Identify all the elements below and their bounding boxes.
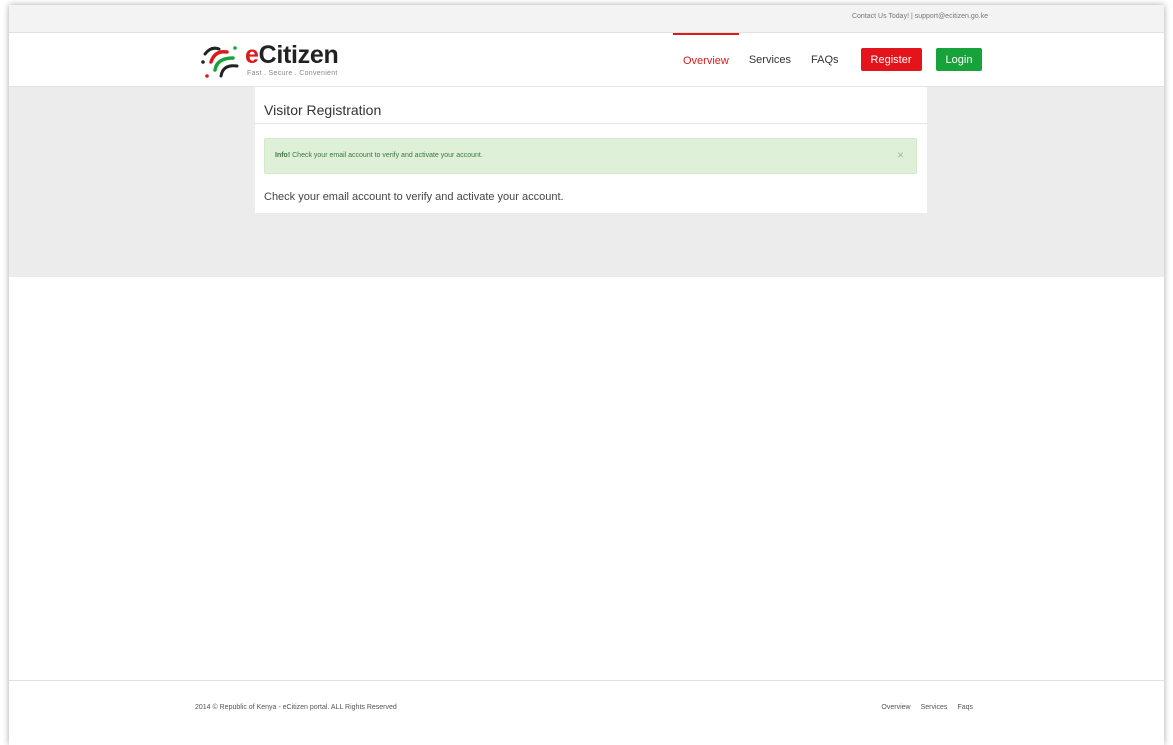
site-header: eCitizen Fast . Secure . Convenient Over… (9, 33, 1164, 87)
content-band: Visitor Registration Info! Check your em… (9, 87, 1164, 277)
contact-text[interactable]: Contact Us Today! | support@ecitizen.go.… (852, 13, 988, 20)
alert-prefix: Info! (275, 152, 291, 159)
top-contact-bar: Contact Us Today! | support@ecitizen.go.… (9, 5, 1164, 33)
browser-window: Contact Us Today! | support@ecitizen.go.… (9, 5, 1164, 745)
info-alert: Info! Check your email account to verify… (264, 138, 917, 174)
brand-name: eCitizen (245, 41, 339, 69)
panel-divider (255, 123, 927, 124)
site-footer: 2014 © Republic of Kenya - eCitizen port… (9, 680, 1164, 745)
brand-name-prefix: e (245, 41, 259, 69)
footer-links: Overview Services Faqs (871, 704, 973, 711)
page-title: Visitor Registration (264, 102, 382, 118)
close-icon[interactable]: × (897, 149, 904, 161)
alert-message: Info! Check your email account to verify… (275, 152, 483, 159)
main-nav: Overview Services FAQs Register Login (673, 33, 983, 86)
brand-tagline: Fast . Secure . Convenient (247, 70, 338, 77)
nav-item-overview[interactable]: Overview (673, 33, 739, 86)
footer-link-faqs[interactable]: Faqs (957, 704, 973, 711)
nav-item-faqs[interactable]: FAQs (801, 33, 849, 86)
brand-text: eCitizen Fast . Secure . Convenient (245, 41, 339, 78)
brand-logo[interactable]: eCitizen Fast . Secure . Convenient (199, 40, 339, 80)
verification-message: Check your email account to verify and a… (264, 191, 564, 203)
login-button[interactable]: Login (935, 48, 983, 71)
register-button[interactable]: Register (860, 48, 922, 71)
alert-body: Check your email account to verify and a… (290, 152, 483, 159)
footer-link-overview[interactable]: Overview (881, 704, 910, 711)
footer-link-services[interactable]: Services (921, 704, 948, 711)
footer-copyright: 2014 © Republic of Kenya - eCitizen port… (195, 704, 397, 711)
brand-name-rest: Citizen (258, 41, 339, 69)
ecitizen-logo-icon (201, 46, 239, 78)
registration-panel: Visitor Registration Info! Check your em… (255, 87, 927, 213)
nav-item-services[interactable]: Services (739, 33, 801, 86)
